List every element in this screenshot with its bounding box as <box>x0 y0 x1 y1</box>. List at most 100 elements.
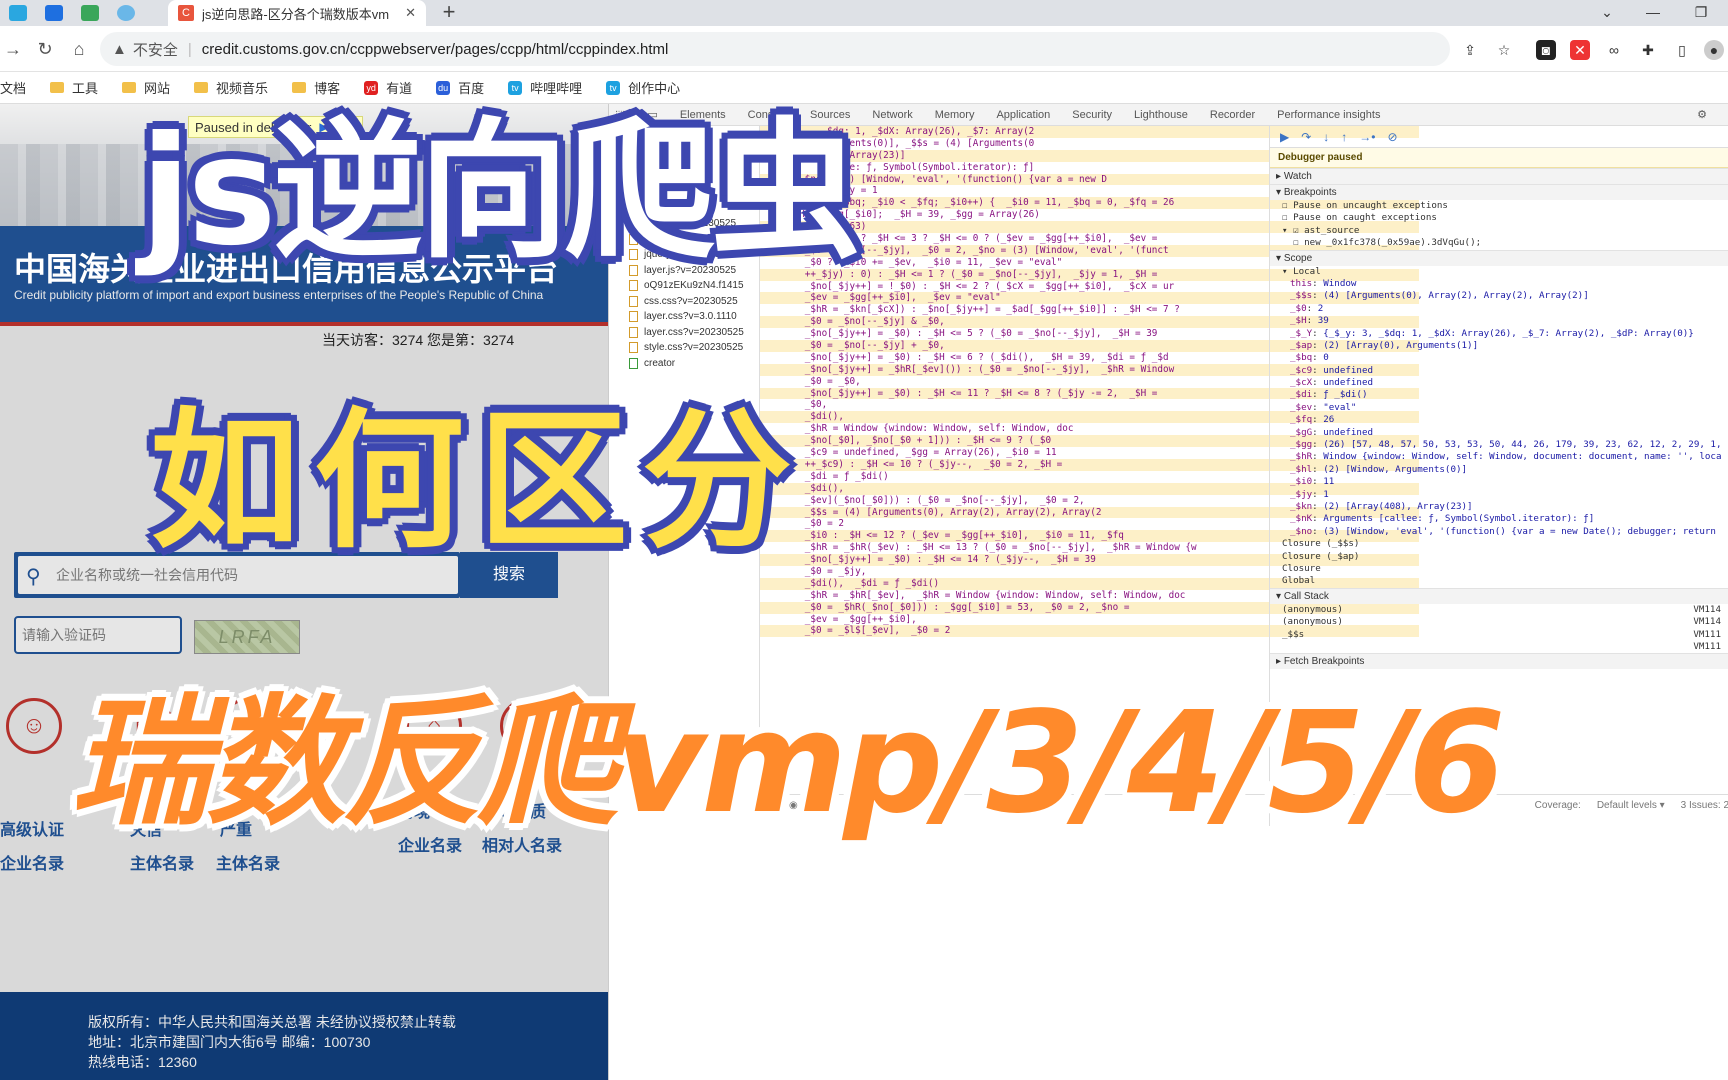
step-out-icon[interactable]: ↑ <box>1341 130 1347 144</box>
pause-uncaught-checkbox[interactable]: ☐ Pause on uncaught exceptions <box>1270 200 1728 212</box>
footer-copyright: 版权所有：中华人民共和国海关总署 未经协议授权禁止转载 <box>88 1014 456 1030</box>
scope-variable[interactable]: _$fq: 26 <box>1270 414 1728 426</box>
bookmark-star-icon[interactable]: ☆ <box>1494 40 1514 60</box>
issues-badge[interactable]: 3 Issues: 2 <box>1681 800 1728 811</box>
service-label[interactable]: 高级认证 <box>0 816 64 840</box>
variable-name: this <box>1290 277 1313 289</box>
sidebar-icon[interactable]: ▯ <box>1672 40 1692 60</box>
scope-variable[interactable]: _$di: ƒ _$di() <box>1270 389 1728 401</box>
scope-variable[interactable]: this: Window <box>1270 278 1728 290</box>
variable-name: _$di <box>1290 389 1313 401</box>
file-item[interactable]: layer.css?v=3.0.1110 <box>629 309 745 325</box>
home-icon[interactable]: ⌂ <box>66 36 92 62</box>
pinned-tab-1[interactable] <box>0 0 36 26</box>
scope-variable[interactable]: _$gg: (26) [57, 48, 57, 50, 53, 53, 50, … <box>1270 439 1728 451</box>
tab-lighthouse[interactable]: Lighthouse <box>1134 109 1188 121</box>
file-item[interactable]: layer.css?v=20230525 <box>629 325 745 341</box>
captcha-input[interactable] <box>14 616 182 654</box>
closure-row[interactable]: Closure (_$$s) <box>1270 538 1728 550</box>
new-tab-button[interactable]: + <box>436 0 462 26</box>
scope-variable[interactable]: _$ev: "eval" <box>1270 402 1728 414</box>
call-stack-section[interactable]: ▾ Call Stack <box>1270 587 1728 604</box>
tab-performance-insights[interactable]: Performance insights <box>1277 109 1380 121</box>
pinned-tab-2[interactable] <box>36 0 72 26</box>
global-row[interactable]: Global <box>1270 575 1728 587</box>
overlay-title-line3: 瑞数反爬vmp/3/4/5/6 <box>70 682 1506 845</box>
call-frame[interactable]: (anonymous) VM114 <box>1270 616 1728 628</box>
scope-variable[interactable]: _$kn: (2) [Array(408), Array(23)] <box>1270 501 1728 513</box>
scope-variable[interactable]: _$nK: Arguments [callee: ƒ, Symbol(Symbo… <box>1270 513 1728 525</box>
breakpoint-line[interactable]: ☐ new _0x1fc378(_0x59ae).3dVqGu(); <box>1270 237 1728 249</box>
service-label[interactable]: 企业名录 <box>0 850 64 874</box>
scope-variable[interactable]: _$ap: (2) [Array(0), Arguments(1)] <box>1270 340 1728 352</box>
service-label[interactable]: 主体名录 <box>130 850 194 874</box>
scope-variable[interactable]: _$_Y: {_$_y: 3, _$dq: 1, _$dX: Array(26)… <box>1270 328 1728 340</box>
profile-icon[interactable]: ● <box>1704 40 1724 60</box>
reload-icon[interactable]: ↻ <box>32 36 58 62</box>
file-item[interactable]: css.css?v=20230525 <box>629 294 745 310</box>
scope-variable[interactable]: _$gG: undefined <box>1270 427 1728 439</box>
scope-variable[interactable]: _$c9: undefined <box>1270 365 1728 377</box>
forward-icon[interactable]: → <box>0 36 26 62</box>
tab-security[interactable]: Security <box>1072 109 1112 121</box>
closure-row[interactable]: Closure (_$ap) <box>1270 551 1728 563</box>
close-tab-icon[interactable]: ✕ <box>405 5 416 21</box>
variable-separator: : <box>1312 401 1324 413</box>
scope-variable[interactable]: _$no: (3) [Window, 'eval', '(function() … <box>1270 526 1728 538</box>
breakpoints-section[interactable]: ▾ Breakpoints <box>1270 184 1728 200</box>
scope-variable[interactable]: _$hR: Window {window: Window, self: Wind… <box>1270 451 1728 463</box>
variable-separator: : <box>1312 525 1324 537</box>
url-field[interactable]: ▲ 不安全 | credit.customs.gov.cn/ccppwebser… <box>100 32 1450 66</box>
scope-variable[interactable]: _$cX: undefined <box>1270 377 1728 389</box>
scope-variable[interactable]: _$bq: 0 <box>1270 352 1728 364</box>
user-icon[interactable]: ☺ <box>6 698 62 754</box>
tab-recorder[interactable]: Recorder <box>1210 109 1255 121</box>
file-icon <box>629 295 638 307</box>
pinned-tab-4[interactable] <box>108 0 144 26</box>
call-frame[interactable]: _$$s VM111 <box>1270 629 1728 641</box>
step-over-icon[interactable]: ↷ <box>1301 130 1311 144</box>
extension-icon[interactable]: ∞ <box>1604 40 1624 60</box>
settings-gear-icon[interactable]: ⚙ <box>1697 108 1707 121</box>
variable-value: 39 <box>1317 315 1329 327</box>
breakpoint-file[interactable]: ▾ ☑ ast_source <box>1270 225 1728 237</box>
file-item[interactable]: style.css?v=20230525 <box>629 340 745 356</box>
minimize-icon[interactable]: — <box>1636 0 1670 26</box>
restore-icon[interactable]: ❐ <box>1684 0 1718 26</box>
scope-section[interactable]: ▾ Scope <box>1270 249 1728 266</box>
variable-separator: : <box>1312 463 1324 475</box>
deactivate-breakpoints-icon[interactable]: ⊘ <box>1388 130 1398 144</box>
extension-icon[interactable]: ✕ <box>1570 40 1590 60</box>
scope-variable[interactable]: _$jy: 1 <box>1270 489 1728 501</box>
variable-value: undefined <box>1323 426 1374 438</box>
scope-variable[interactable]: _$0: 2 <box>1270 303 1728 315</box>
local-scope[interactable]: ▾ Local <box>1270 266 1728 278</box>
extensions-puzzle-icon[interactable]: ✚ <box>1638 40 1658 60</box>
pause-caught-checkbox[interactable]: ☐ Pause on caught exceptions <box>1270 212 1728 224</box>
call-frame[interactable]: (anonymous) VM114 <box>1270 604 1728 616</box>
captcha-image[interactable]: LRFA <box>194 620 300 654</box>
active-tab[interactable]: C js逆向思路-区分各个瑞数版本vm ✕ <box>168 0 426 26</box>
share-icon[interactable]: ⇪ <box>1460 40 1480 60</box>
watch-section[interactable]: ▸ Watch <box>1270 168 1728 184</box>
closure-row[interactable]: Closure <box>1270 563 1728 575</box>
url-text: credit.customs.gov.cn/ccppwebserver/page… <box>201 40 669 58</box>
log-levels-dropdown[interactable]: Default levels ▾ <box>1597 800 1665 811</box>
extension-icon[interactable]: ◙ <box>1536 40 1556 60</box>
tab-search-icon[interactable]: ⌄ <box>1590 0 1624 26</box>
tab-memory[interactable]: Memory <box>935 109 975 121</box>
step-into-icon[interactable]: ↓ <box>1323 130 1329 144</box>
step-icon[interactable]: →• <box>1359 130 1375 144</box>
service-label[interactable]: 主体名录 <box>216 850 280 874</box>
pinned-tab-3[interactable] <box>72 0 108 26</box>
bookmark-item[interactable]: 文档 <box>0 78 26 97</box>
scope-variable[interactable]: _$i0: 11 <box>1270 476 1728 488</box>
scope-variable[interactable]: _$H: 39 <box>1270 315 1728 327</box>
debugger-toolbar: ▶ ↷ ↓ ↑ →• ⊘ <box>1270 126 1728 148</box>
tab-network[interactable]: Network <box>872 109 912 121</box>
resume-icon[interactable]: ▶ <box>1280 130 1289 144</box>
tab-application[interactable]: Application <box>996 109 1050 121</box>
scope-variable[interactable]: _$hl: (2) [Window, Arguments(0)] <box>1270 464 1728 476</box>
scope-variable[interactable]: _$$s: (4) [Arguments(0), Array(2), Array… <box>1270 290 1728 302</box>
bookmark-folder[interactable]: 工具 <box>50 78 98 97</box>
